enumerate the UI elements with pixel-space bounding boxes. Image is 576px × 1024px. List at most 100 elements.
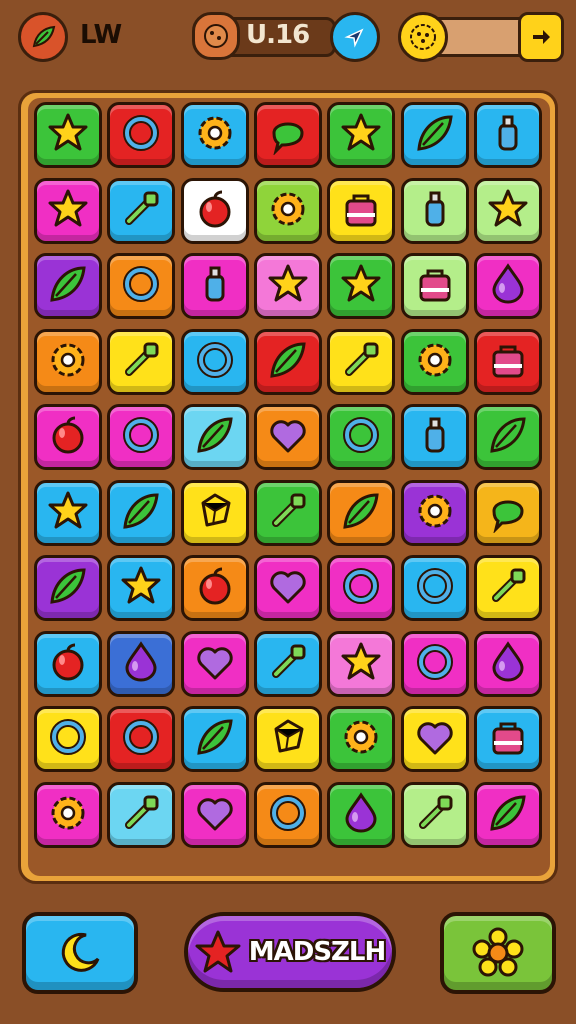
gem-icon: [266, 715, 310, 763]
gear-icon: [266, 187, 310, 235]
tile-ring[interactable]: [400, 630, 469, 697]
moon-button[interactable]: [22, 912, 138, 994]
tile-leaf[interactable]: [473, 404, 542, 470]
tile-star[interactable]: [34, 102, 102, 168]
leaf-icon: [339, 489, 383, 537]
tile-heart[interactable]: [180, 781, 249, 848]
tile-leaf[interactable]: [107, 479, 176, 546]
star-icon: [46, 187, 90, 235]
tile-leaf[interactable]: [34, 555, 102, 621]
tile-leaf[interactable]: [34, 253, 102, 319]
flower-button[interactable]: [440, 912, 556, 994]
tile-star[interactable]: [34, 177, 102, 244]
tile-key[interactable]: [327, 328, 396, 395]
gear-icon: [413, 489, 457, 537]
tile-bag[interactable]: [473, 328, 542, 395]
tile-heart[interactable]: [400, 706, 469, 772]
heart-icon: [266, 564, 310, 612]
tile-heart[interactable]: [253, 555, 322, 621]
tile-bottle[interactable]: [473, 102, 542, 168]
star-icon: [339, 262, 383, 310]
tile-bottle[interactable]: [400, 177, 469, 244]
leaf-icon: [46, 564, 90, 612]
play-button[interactable]: MADSZLH: [184, 912, 396, 992]
tile-gear[interactable]: [327, 706, 396, 772]
tile-key[interactable]: [253, 479, 322, 546]
tile-key[interactable]: [107, 781, 176, 848]
ring-icon: [119, 715, 163, 763]
tile-star[interactable]: [327, 102, 396, 168]
tile-bubble[interactable]: [253, 102, 322, 168]
tile-star[interactable]: [107, 555, 176, 621]
tile-key[interactable]: [253, 630, 322, 697]
tile-bottle[interactable]: [400, 404, 469, 470]
tile-ring[interactable]: [400, 555, 469, 621]
tile-bottle[interactable]: [180, 253, 249, 319]
tile-drop[interactable]: [473, 253, 542, 319]
arrow-right-icon[interactable]: [518, 12, 564, 62]
tile-leaf[interactable]: [253, 328, 322, 395]
tile-bag[interactable]: [327, 177, 396, 244]
tile-drop[interactable]: [473, 630, 542, 697]
tile-star[interactable]: [253, 253, 322, 319]
tile-star[interactable]: [327, 630, 396, 697]
tile-apple[interactable]: [34, 630, 102, 697]
tile-ring[interactable]: [180, 328, 249, 395]
tile-ring[interactable]: [327, 555, 396, 621]
tile-gear[interactable]: [253, 177, 322, 244]
tile-ring[interactable]: [34, 706, 102, 772]
apple-icon: [193, 187, 237, 235]
tile-apple[interactable]: [180, 555, 249, 621]
bag-icon: [413, 262, 457, 310]
tile-star[interactable]: [34, 479, 102, 546]
cookie-icon: [192, 12, 240, 60]
tile-gear[interactable]: [180, 102, 249, 168]
tile-ring[interactable]: [107, 706, 176, 772]
tile-gem[interactable]: [253, 706, 322, 772]
tile-gear[interactable]: [34, 781, 102, 848]
tile-key[interactable]: [473, 555, 542, 621]
tile-drop[interactable]: [107, 630, 176, 697]
tile-gem[interactable]: [180, 479, 249, 546]
tile-ring[interactable]: [107, 404, 176, 470]
key-icon: [486, 564, 530, 612]
tile-leaf[interactable]: [180, 404, 249, 470]
tile-gear[interactable]: [34, 328, 102, 395]
tile-ring[interactable]: [107, 253, 176, 319]
tile-key[interactable]: [107, 328, 176, 395]
tile-bubble[interactable]: [473, 479, 542, 546]
tile-gear[interactable]: [400, 479, 469, 546]
bubble-icon: [266, 111, 310, 159]
key-icon: [266, 640, 310, 688]
gear-icon: [46, 338, 90, 386]
leaf-icon: [486, 413, 530, 461]
ring-icon: [119, 262, 163, 310]
tile-key[interactable]: [400, 781, 469, 848]
leaf-badge-icon[interactable]: [18, 12, 68, 62]
tile-ring[interactable]: [253, 781, 322, 848]
tile-key[interactable]: [107, 177, 176, 244]
tile-ring[interactable]: [327, 404, 396, 470]
tile-bag[interactable]: [473, 706, 542, 772]
key-icon: [413, 791, 457, 839]
tile-drop[interactable]: [327, 781, 396, 848]
tile-leaf[interactable]: [400, 102, 469, 168]
tile-ring[interactable]: [107, 102, 176, 168]
tile-star[interactable]: [473, 177, 542, 244]
tile-gear[interactable]: [400, 328, 469, 395]
ring-icon: [413, 640, 457, 688]
tile-star[interactable]: [327, 253, 396, 319]
tile-leaf[interactable]: [327, 479, 396, 546]
tile-leaf[interactable]: [180, 706, 249, 772]
tile-bag[interactable]: [400, 253, 469, 319]
key-icon: [266, 489, 310, 537]
tile-heart[interactable]: [253, 404, 322, 470]
ring-icon: [339, 564, 383, 612]
leaf-icon: [119, 489, 163, 537]
bubble-icon: [486, 489, 530, 537]
compass-icon[interactable]: [330, 12, 380, 62]
tile-apple[interactable]: [34, 404, 102, 470]
tile-heart[interactable]: [180, 630, 249, 697]
tile-apple[interactable]: [180, 177, 249, 244]
tile-leaf[interactable]: [473, 781, 542, 848]
